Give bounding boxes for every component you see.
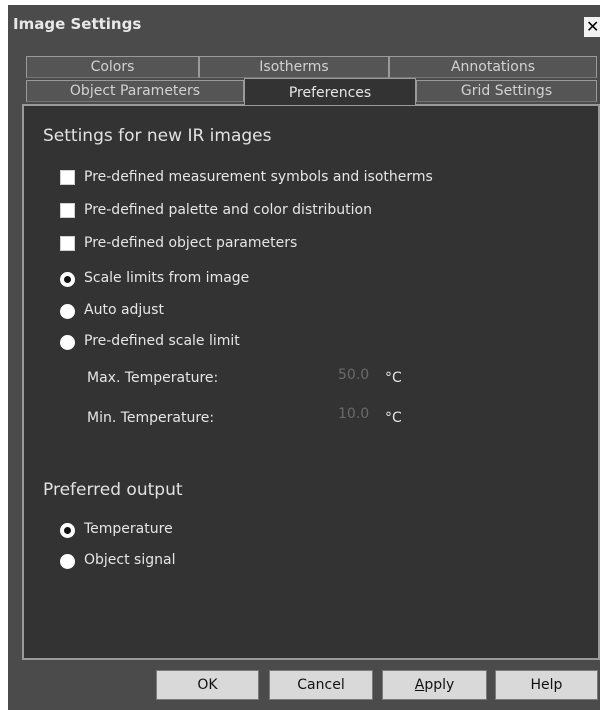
title-bar: Image Settings ✕ [8, 5, 600, 45]
label-temperature: Temperature [84, 521, 173, 537]
preferences-panel: Settings for new IR images Pre-defined m… [22, 104, 600, 660]
checkbox-measurement-symbols[interactable] [60, 170, 75, 185]
section-title-new-ir-images: Settings for new IR images [43, 126, 272, 146]
radio-predefined-scale[interactable] [60, 335, 75, 350]
section-title-preferred-output: Preferred output [43, 480, 183, 500]
label-object-parameters: Pre-defined object parameters [84, 235, 298, 251]
checkbox-palette-color[interactable] [60, 203, 75, 218]
min-temperature-unit: °C [385, 410, 402, 426]
label-min-temperature: Min. Temperature: [87, 410, 215, 426]
checkbox-object-parameters[interactable] [60, 236, 75, 251]
max-temperature-field[interactable]: 50.0 [338, 367, 369, 383]
dialog-title: Image Settings [13, 15, 142, 33]
radio-object-signal[interactable] [60, 554, 75, 569]
image-settings-dialog: Image Settings ✕ Colors Isotherms Annota… [8, 5, 600, 710]
label-palette-color: Pre-defined palette and color distributi… [84, 202, 372, 218]
label-object-signal: Object signal [84, 552, 176, 568]
max-temperature-unit: °C [385, 370, 402, 386]
tab-annotations[interactable]: Annotations [389, 56, 597, 78]
tab-grid-settings[interactable]: Grid Settings [416, 80, 597, 102]
label-predefined-scale: Pre-defined scale limit [84, 333, 240, 349]
tab-object-parameters[interactable]: Object Parameters [26, 80, 244, 102]
ok-button[interactable]: OK [156, 670, 259, 700]
min-temperature-field[interactable]: 10.0 [338, 406, 369, 422]
label-scale-from-image: Scale limits from image [84, 270, 250, 286]
label-measurement-symbols: Pre-defined measurement symbols and isot… [84, 169, 433, 185]
tab-preferences[interactable]: Preferences [244, 78, 416, 105]
label-max-temperature: Max. Temperature: [87, 370, 219, 386]
close-button[interactable]: ✕ [584, 17, 600, 37]
radio-temperature[interactable] [60, 523, 75, 538]
label-auto-adjust: Auto adjust [84, 302, 164, 318]
radio-auto-adjust[interactable] [60, 304, 75, 319]
tab-isotherms[interactable]: Isotherms [199, 56, 389, 78]
radio-scale-from-image[interactable] [60, 272, 75, 287]
tab-colors[interactable]: Colors [26, 56, 199, 78]
apply-button[interactable]: Apply [382, 670, 487, 700]
cancel-button[interactable]: Cancel [269, 670, 373, 700]
help-button[interactable]: Help [495, 670, 598, 700]
close-icon: ✕ [586, 17, 600, 36]
